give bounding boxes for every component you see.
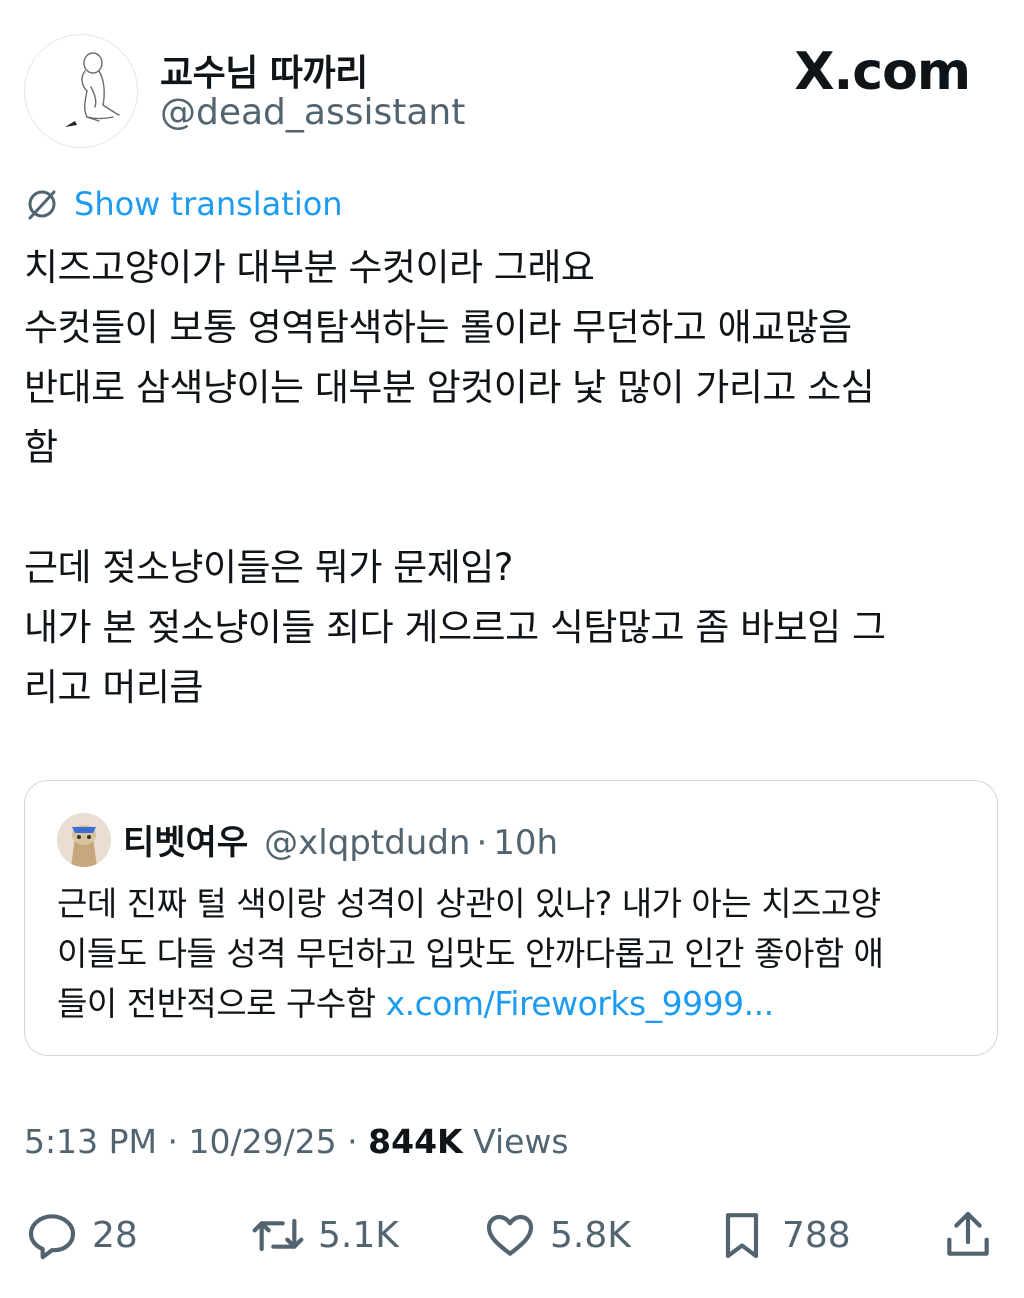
quoted-tweet[interactable]: 티벳여우 @xlqptdudn · 10h 근데 진짜 털 색이랑 성격이 상관… bbox=[24, 780, 998, 1056]
author-name[interactable]: 교수님 따까리 bbox=[160, 44, 368, 96]
quoted-body: 근데 진짜 털 색이랑 성격이 상관이 있나? 내가 아는 치즈고양 이들도 다… bbox=[57, 879, 967, 1029]
views-count: 844K bbox=[368, 1122, 463, 1161]
repost-icon bbox=[252, 1218, 304, 1252]
repost-count: 5.1K bbox=[318, 1214, 399, 1256]
heart-icon bbox=[486, 1214, 534, 1256]
bookmark-button[interactable]: 788 bbox=[714, 1200, 851, 1270]
tweet-header: 교수님 따까리 @dead_assistant X.com bbox=[24, 34, 1000, 148]
reply-count: 28 bbox=[92, 1214, 138, 1256]
meta-separator-2: · bbox=[336, 1122, 369, 1161]
action-bar: 28 5.1K 5.8K 788 bbox=[24, 1200, 1000, 1270]
bookmark-count: 788 bbox=[782, 1214, 851, 1256]
share-button[interactable] bbox=[940, 1200, 996, 1270]
tweet-time[interactable]: 5:13 PM bbox=[24, 1122, 157, 1161]
quoted-separator: · bbox=[476, 823, 488, 863]
avatar-sketch bbox=[65, 52, 120, 127]
tweet-date[interactable]: 10/29/25 bbox=[188, 1122, 336, 1161]
avatar-fox bbox=[57, 813, 111, 867]
author-avatar[interactable] bbox=[24, 34, 138, 148]
quoted-author-avatar[interactable] bbox=[57, 813, 111, 867]
tweet-body: 치즈고양이가 대부분 수컷이라 그래요 수컷들이 보통 영역탐색하는 롤이라 무… bbox=[24, 246, 886, 709]
x-logo: X.com bbox=[794, 42, 971, 102]
like-count: 5.8K bbox=[550, 1214, 631, 1256]
quoted-link[interactable]: x.com/Fireworks_9999... bbox=[386, 984, 775, 1023]
like-button[interactable]: 5.8K bbox=[482, 1200, 631, 1270]
author-handle[interactable]: @dead_assistant bbox=[160, 92, 465, 133]
translation-label: Show translation bbox=[74, 185, 343, 223]
quoted-timestamp[interactable]: 10h bbox=[493, 823, 558, 863]
quoted-header: 티벳여우 @xlqptdudn · 10h bbox=[123, 815, 558, 864]
repost-button[interactable]: 5.1K bbox=[250, 1200, 399, 1270]
show-translation-button[interactable]: Show translation bbox=[24, 184, 343, 224]
meta-separator: · bbox=[156, 1122, 189, 1161]
bookmark-icon bbox=[725, 1213, 759, 1259]
quoted-author-handle[interactable]: @xlqptdudn bbox=[264, 823, 470, 863]
reply-icon bbox=[28, 1214, 76, 1260]
reply-button[interactable]: 28 bbox=[24, 1200, 138, 1270]
tweet-meta: 5:13 PM · 10/29/25 · 844K Views bbox=[24, 1122, 569, 1161]
quoted-author-name[interactable]: 티벳여우 bbox=[123, 815, 248, 864]
translate-icon bbox=[28, 190, 56, 220]
views-label: Views bbox=[462, 1122, 569, 1161]
share-icon bbox=[947, 1211, 989, 1256]
